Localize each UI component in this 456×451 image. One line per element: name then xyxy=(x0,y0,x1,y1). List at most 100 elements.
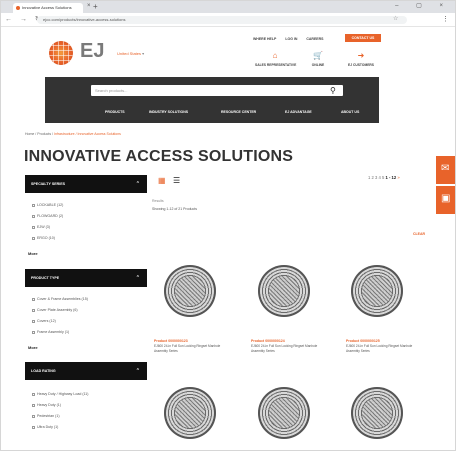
cart-icon: 🛒 xyxy=(313,51,323,60)
facet-option[interactable]: ERGO (10) xyxy=(32,236,55,240)
nav-about-us[interactable]: ABOUT US xyxy=(341,110,359,114)
facet-title: PRODUCT TYPE xyxy=(31,276,60,280)
customers-link[interactable]: ➜ EJ CUSTOMERS xyxy=(341,51,381,67)
facet-option[interactable]: Frame Assembly (1) xyxy=(32,330,69,334)
more-link[interactable]: More xyxy=(28,251,38,256)
facet-option-label: ERGO (10) xyxy=(37,236,55,240)
chat-icon: ▣ xyxy=(441,193,451,204)
results-count: Showing 1-12 of 21 Products xyxy=(152,207,197,211)
more-link[interactable]: More xyxy=(28,345,38,350)
top-link-help[interactable]: WHERE HELP xyxy=(253,37,276,41)
contact-us-button[interactable]: CONTACT US xyxy=(345,34,381,42)
product-number[interactable]: Product 0000000125 xyxy=(346,339,380,343)
checkbox[interactable] xyxy=(32,308,35,312)
favicon-icon xyxy=(16,6,20,10)
location-value: United States xyxy=(117,51,142,56)
address-bar-row: ← → ↻ ejco.com/products/innovative-acces… xyxy=(1,13,455,27)
close-tab-icon[interactable]: × xyxy=(87,3,91,9)
product-image[interactable] xyxy=(351,265,403,317)
sales-rep-link[interactable]: ⌂ SALES REPRESENTATIVE xyxy=(255,51,296,67)
chat-tab[interactable]: ▣ xyxy=(436,186,455,214)
nav-industry-solutions[interactable]: INDUSTRY SOLUTIONS xyxy=(149,110,188,114)
facet-option[interactable]: Heavy Duty / Highway Load (11) xyxy=(32,392,88,396)
page-numbers[interactable]: 1 2 3 4 5 xyxy=(368,175,384,180)
product-description[interactable]: EJ600 24-in Full Sun Locking Ringset Man… xyxy=(346,344,426,354)
browser-tab[interactable]: Innovative Access Solutions xyxy=(13,3,83,13)
customers-label: EJ CUSTOMERS xyxy=(348,63,374,67)
facet-option-label: Heavy Duty / Highway Load (11) xyxy=(37,392,89,396)
checkbox[interactable] xyxy=(32,425,35,429)
checkbox[interactable] xyxy=(32,330,35,334)
product-description[interactable]: EJ600 24-in Full Sun Locking Ringset Man… xyxy=(251,344,331,354)
chevron-up-icon: ⌃ xyxy=(135,368,140,374)
top-link-careers[interactable]: CAREERS xyxy=(306,37,323,41)
next-page-icon[interactable]: » xyxy=(397,175,399,180)
facet-option[interactable]: EJW (3) xyxy=(32,225,50,229)
breadcrumb-home[interactable]: Home / Products / xyxy=(25,132,53,136)
facet-option-label: FLOWGARD (2) xyxy=(37,214,64,218)
browser-window: Innovative Access Solutions × + – ▢ × ← … xyxy=(0,0,456,451)
product-number[interactable]: Product 0000000124 xyxy=(251,339,285,343)
checkbox[interactable] xyxy=(32,414,35,418)
logo-text[interactable]: EJ xyxy=(80,40,104,63)
breadcrumb: Home / Products / Infrastructure / Innov… xyxy=(25,132,121,136)
facet-option-label: Covers (12) xyxy=(37,319,56,323)
checkbox[interactable] xyxy=(32,297,35,301)
facet-option[interactable]: Cover Plate Assembly (6) xyxy=(32,308,78,312)
list-view-icon[interactable]: ☰ xyxy=(173,176,180,185)
facet-option[interactable]: Covers (12) xyxy=(32,319,56,323)
checkbox[interactable] xyxy=(32,403,35,407)
facet-option[interactable]: Heavy Duty (1) xyxy=(32,403,61,407)
grid-view-icon[interactable]: ▦ xyxy=(158,176,166,185)
facet-option[interactable]: LOCKABLE (12) xyxy=(32,203,63,207)
checkbox[interactable] xyxy=(32,319,35,323)
checkbox[interactable] xyxy=(32,214,35,218)
bookmark-star-icon[interactable]: ☆ xyxy=(393,15,398,22)
new-tab-icon[interactable]: + xyxy=(93,2,98,11)
nav-products[interactable]: PRODUCTS xyxy=(105,110,125,114)
product-description[interactable]: EJ600 24-in Full Sun Locking Ringset Man… xyxy=(154,344,234,354)
checkbox[interactable] xyxy=(32,225,35,229)
facet-header-load-rating[interactable]: LOAD RATING ⌃ xyxy=(25,362,147,380)
window-controls[interactable]: – ▢ × xyxy=(395,2,451,9)
facet-option[interactable]: FLOWGARD (2) xyxy=(32,214,63,218)
page-range: 1 - 12 xyxy=(385,175,397,180)
browser-menu-icon[interactable]: ⋮ xyxy=(442,15,449,23)
clear-filters-link[interactable]: CLEAR xyxy=(413,232,425,236)
product-image[interactable] xyxy=(258,265,310,317)
facet-option[interactable]: Ultra Duty (1) xyxy=(32,425,58,429)
globe-grid xyxy=(49,41,73,65)
nav-resource-center[interactable]: RESOURCE CENTER xyxy=(221,110,256,114)
address-input[interactable]: ejco.com/products/innovative-access-solu… xyxy=(37,16,407,24)
product-image[interactable] xyxy=(164,265,216,317)
location-selector[interactable]: United States ▾ xyxy=(117,51,144,56)
tab-title: Innovative Access Solutions xyxy=(22,5,72,10)
checkbox[interactable] xyxy=(32,392,35,396)
chevron-up-icon: ⌃ xyxy=(135,275,140,281)
pagination: 1 2 3 4 5 1 - 12 » xyxy=(368,175,400,180)
nav-ej-advantage[interactable]: EJ ADVANTAGE xyxy=(285,110,312,114)
online-label: ONLINE xyxy=(311,63,325,67)
facet-option[interactable]: Pedestrian (1) xyxy=(32,414,60,418)
search-icon[interactable]: ⚲ xyxy=(330,86,336,95)
online-link[interactable]: 🛒 ONLINE xyxy=(298,51,338,67)
breadcrumb-trail[interactable]: Infrastructure / Innovative Access Solut… xyxy=(53,132,121,136)
product-image[interactable] xyxy=(258,387,310,439)
facet-title: LOAD RATING xyxy=(31,369,56,373)
facet-option[interactable]: Cover & Frame Assemblies (15) xyxy=(32,297,88,301)
pin-icon: ⌂ xyxy=(272,51,278,60)
facet-header-product-type[interactable]: PRODUCT TYPE ⌃ xyxy=(25,269,147,287)
page-title: INNOVATIVE ACCESS SOLUTIONS xyxy=(24,148,294,165)
checkbox[interactable] xyxy=(32,236,35,240)
product-image[interactable] xyxy=(164,387,216,439)
search-input[interactable]: Search products... xyxy=(91,85,343,96)
checkbox[interactable] xyxy=(32,203,35,207)
results-label: Results xyxy=(152,199,164,203)
product-number[interactable]: Product 0000000123 xyxy=(154,339,188,343)
email-icon: ✉ xyxy=(441,163,450,174)
top-link-login[interactable]: LOG IN xyxy=(285,37,297,41)
facet-header-specialty-series[interactable]: SPECIALTY SERIES ⌃ xyxy=(25,175,147,193)
product-image[interactable] xyxy=(351,387,403,439)
facet-option-label: Heavy Duty (1) xyxy=(37,403,61,407)
email-tab[interactable]: ✉ xyxy=(436,156,455,184)
